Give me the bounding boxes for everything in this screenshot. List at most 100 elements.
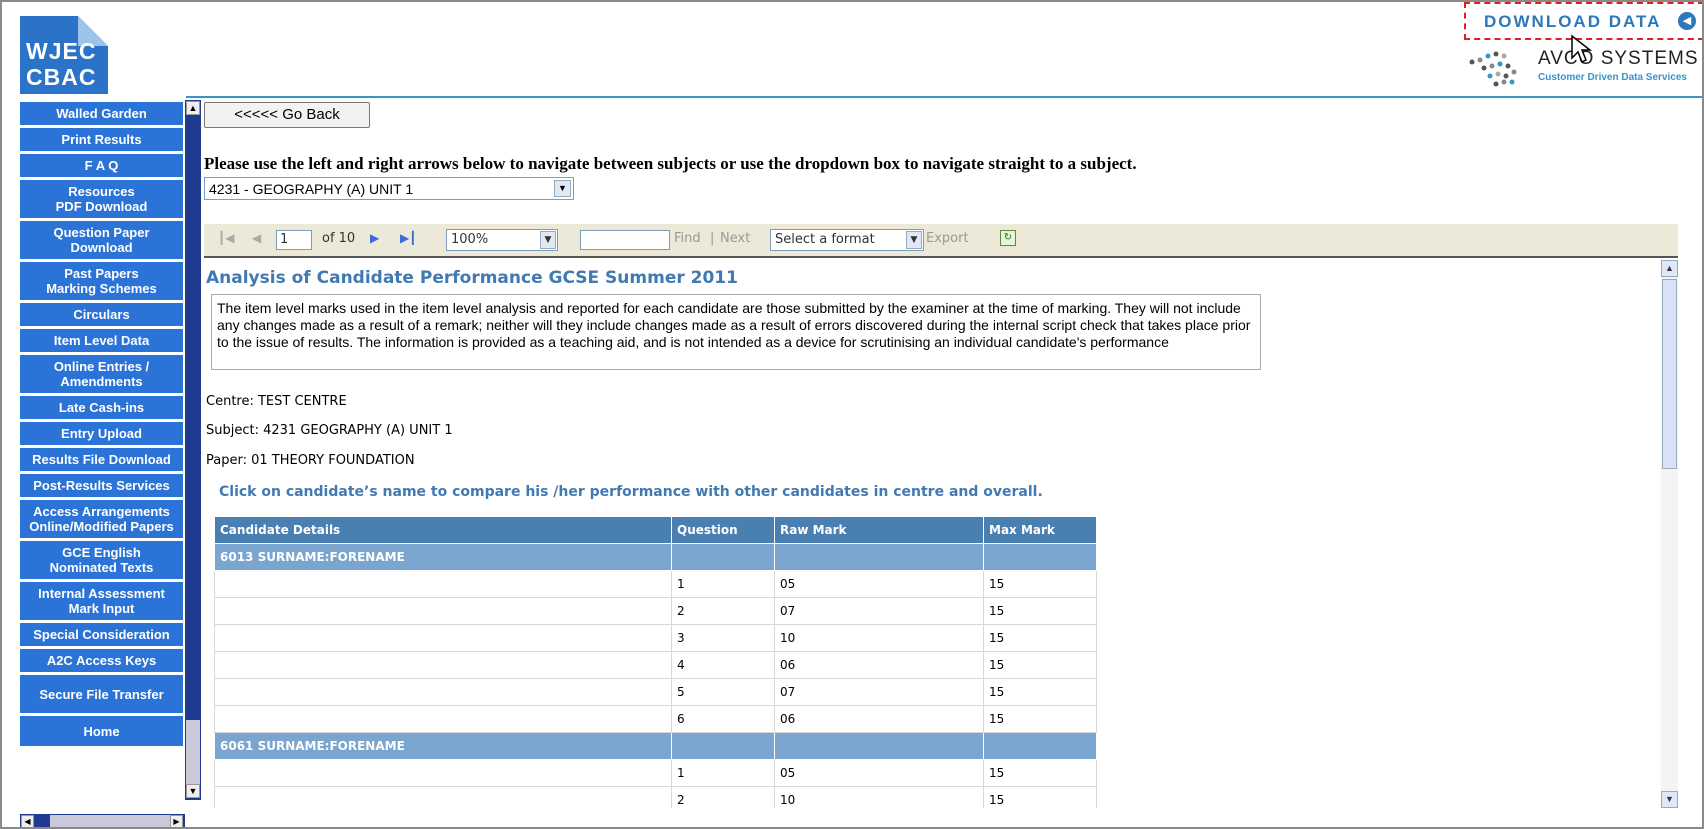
column-header: Question xyxy=(671,516,775,544)
sidebar-vertical-scrollbar[interactable]: ▲ ▼ xyxy=(185,100,201,800)
find-separator: | xyxy=(710,231,715,246)
wjec-logo[interactable]: WJEC CBAC xyxy=(20,16,118,94)
raw-mark-cell: 06 xyxy=(774,705,984,733)
sidebar-item-home[interactable]: Home xyxy=(20,716,183,746)
table-cell xyxy=(671,732,775,760)
question-cell: 1 xyxy=(671,570,775,598)
sidebar-item-results-file-download[interactable]: Results File Download xyxy=(20,448,183,471)
first-page-icon[interactable]: ┃◀ xyxy=(218,231,234,245)
sidebar-horizontal-scrollbar[interactable]: ◀ ▶ xyxy=(20,814,185,827)
table-cell xyxy=(671,543,775,571)
sidebar-scroll-thumb[interactable] xyxy=(186,720,200,790)
sidebar-item-late-cash-ins[interactable]: Late Cash-ins xyxy=(20,396,183,419)
raw-mark-cell: 07 xyxy=(774,678,984,706)
chevron-down-icon: ▼ xyxy=(906,231,922,249)
next-link[interactable]: Next xyxy=(720,231,750,246)
chevron-down-icon: ▼ xyxy=(540,231,556,249)
sidebar-item-access-arrangements-online-modified-papers[interactable]: Access Arrangements Online/Modified Pape… xyxy=(20,500,183,538)
question-cell: 3 xyxy=(671,624,775,652)
sidebar-item-special-consideration[interactable]: Special Consideration xyxy=(20,623,183,646)
sidebar-item-online-entries-amendments[interactable]: Online Entries / Amendments xyxy=(20,355,183,393)
sidebar-item-circulars[interactable]: Circulars xyxy=(20,303,183,326)
page-number-input[interactable]: 1 xyxy=(276,230,312,250)
table-cell xyxy=(774,543,984,571)
sidebar-item-question-paper-download[interactable]: Question Paper Download xyxy=(20,221,183,259)
report-title: Analysis of Candidate Performance GCSE S… xyxy=(206,268,738,288)
table-cell xyxy=(214,651,672,679)
raw-mark-cell: 06 xyxy=(774,651,984,679)
candidate-name-link[interactable]: 6013 SURNAME:FORENAME xyxy=(214,543,672,571)
disclaimer-box: The item level marks used in the item le… xyxy=(211,294,1261,370)
sidebar-item-post-results-services[interactable]: Post-Results Services xyxy=(20,474,183,497)
scroll-up-icon[interactable]: ▲ xyxy=(1661,260,1678,277)
navigation-instructions: Please use the left and right arrows bel… xyxy=(204,154,1137,173)
candidate-name-link[interactable]: 6061 SURNAME:FORENAME xyxy=(214,732,672,760)
scroll-up-icon[interactable]: ▲ xyxy=(186,101,200,115)
table-cell xyxy=(983,543,1097,571)
question-cell: 2 xyxy=(671,786,775,808)
candidate-group-row[interactable]: 6061 SURNAME:FORENAME xyxy=(214,732,1097,760)
question-cell: 1 xyxy=(671,759,775,787)
app-window: WJEC CBAC DOWNLOAD DATA ◀ AVCO SYSTEMS C… xyxy=(0,0,1704,829)
sidebar-item-entry-upload[interactable]: Entry Upload xyxy=(20,422,183,445)
zoom-select[interactable]: 100% ▼ xyxy=(446,229,558,251)
logo-line-2: CBAC xyxy=(26,64,97,90)
find-link[interactable]: Find xyxy=(674,231,701,246)
sidebar-item-walled-garden[interactable]: Walled Garden xyxy=(20,102,183,125)
sidebar-item-secure-file-transfer[interactable]: Secure File Transfer xyxy=(20,675,183,713)
sidebar-nav: Walled Garden Print Results F A Q Resources… xyxy=(20,102,185,802)
max-mark-cell: 15 xyxy=(983,651,1097,679)
subject-dropdown[interactable]: 4231 - GEOGRAPHY (A) UNIT 1 ▼ xyxy=(204,177,574,200)
last-page-icon[interactable]: ▶┃ xyxy=(400,231,416,245)
sidebar-item-a2c-access-keys[interactable]: A2C Access Keys xyxy=(20,649,183,672)
export-format-value: Select a format xyxy=(775,232,875,247)
report-scroll-thumb[interactable] xyxy=(1662,279,1677,469)
report-vertical-scrollbar[interactable]: ▲ ▼ xyxy=(1661,260,1678,808)
previous-page-icon[interactable]: ◀ xyxy=(252,231,261,245)
avco-name: AVCO SYSTEMS xyxy=(1538,48,1699,69)
sidebar-item-resources-pdf-download[interactable]: Resources PDF Download xyxy=(20,180,183,218)
column-header: Max Mark xyxy=(983,516,1097,544)
max-mark-cell: 15 xyxy=(983,786,1097,808)
find-input[interactable] xyxy=(580,230,670,250)
max-mark-cell: 15 xyxy=(983,705,1097,733)
sidebar-item-internal-assessment-mark-input[interactable]: Internal Assessment Mark Input xyxy=(20,582,183,620)
question-cell: 2 xyxy=(671,597,775,625)
avco-tagline: Customer Driven Data Services xyxy=(1538,72,1687,83)
sidebar-hscroll-thumb[interactable] xyxy=(50,815,170,827)
sidebar-item-gce-english-nominated-texts[interactable]: GCE English Nominated Texts xyxy=(20,541,183,579)
go-back-button[interactable]: <<<<< Go Back xyxy=(204,102,370,128)
table-cell xyxy=(214,786,672,808)
scroll-down-icon[interactable]: ▼ xyxy=(186,784,200,798)
max-mark-cell: 15 xyxy=(983,570,1097,598)
subject-selected-value: 4231 - GEOGRAPHY (A) UNIT 1 xyxy=(209,181,414,197)
max-mark-cell: 15 xyxy=(983,624,1097,652)
table-cell xyxy=(214,624,672,652)
scroll-down-icon[interactable]: ▼ xyxy=(1661,791,1678,808)
logo-line-1: WJEC xyxy=(26,38,97,64)
raw-mark-cell: 07 xyxy=(774,597,984,625)
chevron-down-icon[interactable]: ▼ xyxy=(554,180,571,197)
export-link[interactable]: Export xyxy=(926,231,969,246)
table-cell xyxy=(214,597,672,625)
arrow-left-icon: ◀ xyxy=(1678,12,1696,30)
next-page-icon[interactable]: ▶ xyxy=(370,231,379,245)
sidebar-item-f-a-q[interactable]: F A Q xyxy=(20,154,183,177)
raw-mark-cell: 10 xyxy=(774,624,984,652)
question-cell: 6 xyxy=(671,705,775,733)
sidebar-item-item-level-data[interactable]: Item Level Data xyxy=(20,329,183,352)
table-cell xyxy=(214,705,672,733)
refresh-icon[interactable]: ↻ xyxy=(1000,230,1016,246)
scroll-right-icon[interactable]: ▶ xyxy=(170,815,183,827)
export-format-select[interactable]: Select a format ▼ xyxy=(770,229,924,251)
sidebar-item-print-results[interactable]: Print Results xyxy=(20,128,183,151)
candidate-group-row[interactable]: 6013 SURNAME:FORENAME xyxy=(214,543,1097,571)
table-row: 1 05 15 xyxy=(214,759,1097,787)
max-mark-cell: 15 xyxy=(983,678,1097,706)
scroll-left-icon[interactable]: ◀ xyxy=(21,815,34,827)
subject-label: Subject: 4231 GEOGRAPHY (A) UNIT 1 xyxy=(206,423,453,438)
table-cell xyxy=(214,759,672,787)
max-mark-cell: 15 xyxy=(983,759,1097,787)
table-cell xyxy=(214,678,672,706)
sidebar-item-past-papers-marking-schemes[interactable]: Past Papers Marking Schemes xyxy=(20,262,183,300)
